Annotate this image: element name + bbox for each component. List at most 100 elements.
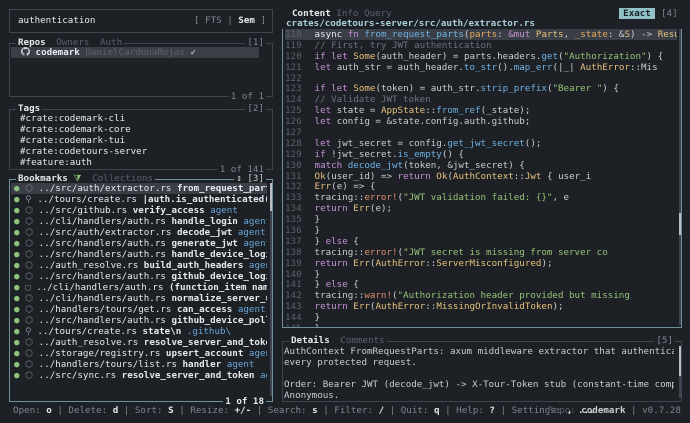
details-line: Order: Bearer JWT (decode_jwt) -> X-Tour…	[284, 379, 674, 390]
mode-sem[interactable]: Sem	[238, 15, 255, 26]
tag-item[interactable]: #crate:codemark-cli	[20, 113, 147, 124]
bookmark-tag: agent	[226, 359, 255, 370]
bookmark-row[interactable]: ● ⬡ ../src/auth/extractor.rs from_reques…	[11, 183, 267, 194]
tags-panel: Tags [2] #crate:codemark-cli #crate:code…	[9, 103, 273, 175]
search-mode-toggle[interactable]: [ FTS | Sem ]	[194, 15, 266, 26]
tag-item[interactable]: #crate:codemark-core	[20, 124, 147, 135]
hint-label: Help:	[456, 405, 484, 416]
node-kind-icon: ⬡	[25, 304, 34, 315]
bookmark-row[interactable]: ● ⬡ ../auth_resolve.rs resolve_server_an…	[11, 337, 267, 348]
details-scrollbar-thumb[interactable]	[679, 346, 681, 376]
bookmark-list: ● ⬡ ../src/auth/extractor.rs from_reques…	[11, 183, 267, 381]
bookmark-path: ../storage/registry.rs	[38, 348, 161, 359]
bookmark-symbol: resolve_server_and_token	[143, 337, 267, 348]
code-line: 118 async fn from_request_parts(parts: &…	[285, 29, 677, 40]
code-scrollbar[interactable]	[679, 29, 681, 325]
hint-key: q	[433, 405, 440, 416]
status-dot-icon: ●	[14, 326, 20, 337]
node-kind-icon: ⬡	[25, 293, 34, 304]
bookmark-tag: agent	[248, 348, 267, 359]
hint-sep: |	[123, 405, 130, 416]
bookmark-path: ../src/auth/extractor.rs	[38, 183, 172, 194]
status-dot-icon: ●	[14, 227, 20, 238]
bookmark-path: ../src/sync.rs	[38, 370, 117, 381]
bookmark-tag: agent	[237, 304, 266, 315]
bookmark-path: ../cli/handlers/auth.rs	[38, 293, 166, 304]
tag-item[interactable]: #crate:codetours-server	[20, 146, 147, 157]
bookmark-row[interactable]: ● ⚲ ../tours/create.rs state\n .github\	[11, 326, 267, 337]
bookmark-row[interactable]: ● ⬡ ../handlers/tours/get.rs can_access …	[11, 304, 267, 315]
bookmark-row[interactable]: ● ⬡ ../cli/handlers/auth.rs handle_login…	[11, 216, 267, 227]
bookmark-path: ../cli/handlers/auth.rs	[36, 282, 164, 293]
bookmark-tag: .github\	[186, 326, 232, 337]
code-line: 144 }	[285, 312, 321, 324]
status-repo: Repo: codemark | v0.7.28	[548, 405, 681, 416]
bookmark-row[interactable]: ● ⬡ ../cli/handlers/auth.rs normalize_se…	[11, 293, 267, 304]
node-kind-icon: ⬡	[25, 260, 34, 271]
search-input[interactable]: authentication	[18, 15, 95, 26]
bookmark-path: ../src/handlers/auth.rs	[38, 249, 166, 260]
bookmark-symbol: handle_device_login	[171, 249, 267, 260]
code-line: 129 if !jwt_secret.is_empty() {	[285, 148, 464, 160]
bookmark-symbol: normalize_server_url	[171, 293, 267, 304]
scrollbar[interactable]	[270, 183, 272, 396]
list-item[interactable]: codemark DanielCardonaRojas ✓	[11, 47, 259, 58]
bookmark-tag: agent	[243, 238, 267, 249]
node-kind-icon: ⬡	[25, 271, 34, 282]
node-kind-icon: ⬡	[25, 359, 34, 370]
code-line: 125 let state = AppState::from_ref(_stat…	[285, 105, 531, 117]
scrollbar-thumb[interactable]	[270, 183, 272, 211]
status-dot-icon: ●	[14, 315, 20, 326]
hint-label: Quit:	[400, 405, 429, 416]
details-line: AuthContext FromRequestParts: axum middl…	[284, 346, 674, 357]
bookmark-path: ../src/handlers/auth.rs	[38, 315, 166, 326]
code-scrollbar-thumb[interactable]	[679, 213, 681, 235]
search-bar[interactable]: authentication [ FTS | Sem ]	[9, 9, 273, 33]
code-line: 119 // First, try JWT authentication	[285, 39, 492, 51]
code-line: 128 let jwt_secret = config.get_jwt_secr…	[285, 137, 542, 149]
mode-fts[interactable]: [ FTS	[194, 15, 222, 26]
tag-item[interactable]: #crate:codemark-tui	[20, 135, 147, 146]
status-dot-icon: ●	[14, 359, 20, 370]
bookmark-row[interactable]: ● ⬡ ../src/handlers/auth.rs github_devic…	[11, 315, 267, 326]
code-line: 135 }	[285, 214, 321, 226]
bookmark-path: ../src/handlers/auth.rs	[38, 238, 166, 249]
code-viewer[interactable]: 118 async fn from_request_parts(parts: &…	[282, 29, 682, 328]
bookmark-row[interactable]: ● ⬡ ../src/sync.rs resolve_server_and_to…	[11, 370, 267, 381]
node-kind-icon: ⬡	[25, 249, 34, 260]
tab-comments[interactable]: Comments	[340, 335, 384, 346]
tab-details[interactable]: Details	[291, 335, 330, 346]
bookmark-row[interactable]: ● ⬡ ../handlers/tours/list.rs handler ag…	[11, 359, 267, 370]
bookmark-row[interactable]: ● ⬡ ../storage/registry.rs upsert_accoun…	[11, 348, 267, 359]
hint-sep: |	[445, 405, 451, 416]
bookmark-symbol: github_device_login	[171, 271, 267, 282]
node-kind-icon: ⬡	[25, 337, 34, 348]
bookmark-row[interactable]: ● ⬡ ../src/auth/extractor.rs decode_jwt …	[11, 227, 267, 238]
bookmark-row[interactable]: ● ⬡ ../src/handlers/auth.rs github_devic…	[11, 271, 267, 282]
bookmark-row[interactable]: ● ⚲ ../tours/create.rs |auth.is_authenti…	[11, 194, 267, 205]
repo-label: Repo:	[548, 405, 576, 416]
match-mode-badge[interactable]: Exact	[619, 8, 655, 19]
details-line: every protected request.	[284, 357, 417, 368]
code-line: 145 }	[285, 323, 677, 327]
hint-label: Delete:	[68, 405, 108, 416]
hint-sep: |	[256, 405, 263, 416]
repo-name: codemark	[35, 47, 80, 58]
repo-value: codemark	[581, 405, 626, 416]
bookmark-row[interactable]: ● ⬡ ../src/handlers/auth.rs handle_devic…	[11, 249, 267, 260]
bookmark-row[interactable]: ● ⬡ ../src/handlers/auth.rs generate_jwt…	[11, 238, 267, 249]
bookmark-tag: agent	[248, 260, 267, 271]
bookmark-row[interactable]: ● ⬡ ../auth_resolve.rs build_auth_header…	[11, 260, 267, 271]
status-dot-icon: ●	[14, 304, 20, 315]
code-line: 134 return Err(e);	[285, 203, 393, 215]
status-dot-icon: ●	[14, 293, 20, 304]
tag-item[interactable]: #feature:auth	[20, 157, 147, 168]
bookmark-path: ../auth_resolve.rs	[38, 260, 139, 271]
code-line: 138 tracing::error!("JWT secret is missi…	[285, 246, 608, 258]
code-line: 130 match decode_jwt(token, &jwt_secret)…	[285, 159, 525, 171]
bookmark-tag: agent	[243, 216, 267, 227]
code-line: 123 if let Some(token) = auth_str.strip_…	[285, 83, 619, 95]
bookmark-row[interactable]: ● ⬡ ../src/github.rs verify_access agent	[11, 205, 267, 216]
hint-label: Search:	[267, 405, 307, 416]
bookmark-row[interactable]: ● ▢ ../cli/handlers/auth.rs (function_it…	[11, 282, 267, 293]
